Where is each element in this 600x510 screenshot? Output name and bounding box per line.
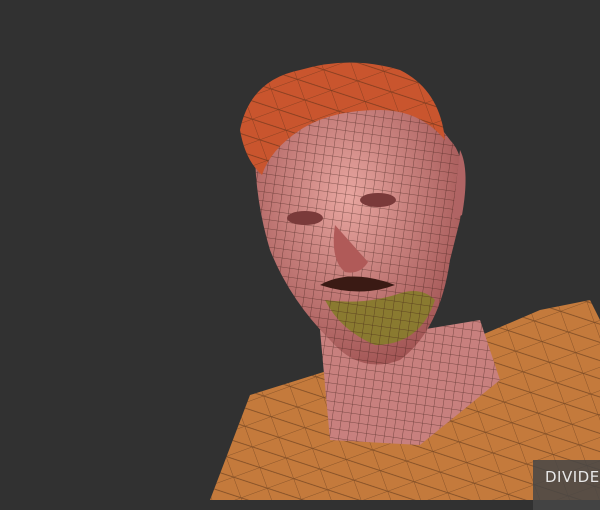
3d-viewport[interactable] bbox=[0, 0, 600, 500]
subdivide-label-panel[interactable]: DIVIDE bbox=[533, 460, 600, 510]
divide-label: DIVIDE bbox=[545, 468, 600, 486]
